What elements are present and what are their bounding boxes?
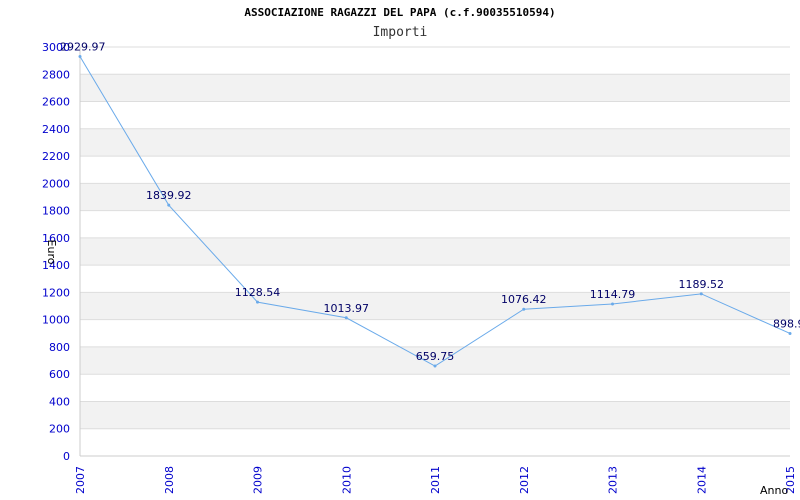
- line-chart: 0200400600800100012001400160018002000220…: [42, 41, 800, 497]
- y-tick-label: 1000: [42, 314, 70, 327]
- x-tick-label: 2009: [252, 466, 265, 494]
- data-point: [611, 302, 614, 306]
- y-tick-label: 600: [49, 368, 70, 381]
- x-tick-label: 2008: [163, 466, 176, 494]
- band-1400: [80, 237, 790, 266]
- data-point: [788, 331, 792, 335]
- y-tick-label: 1800: [42, 205, 70, 218]
- band-1000: [80, 292, 790, 320]
- x-tick-label: 2010: [340, 466, 353, 494]
- y-tick-label: 2800: [42, 68, 70, 81]
- background-bands: [80, 74, 790, 429]
- y-tick-label: 2400: [42, 123, 70, 136]
- x-tick-label: 2012: [518, 466, 531, 494]
- y-axis-label: Euro: [45, 240, 58, 265]
- x-axis-label: Anno: [760, 484, 788, 497]
- data-label: 1189.52: [679, 278, 725, 291]
- data-point: [167, 203, 171, 207]
- x-tick-label: 2007: [74, 466, 87, 494]
- y-tick-label: 1200: [42, 286, 70, 299]
- y-tick-label: 2200: [42, 150, 70, 163]
- data-point: [433, 364, 437, 368]
- y-tick-label: 2000: [42, 177, 70, 190]
- band-200: [80, 401, 790, 429]
- data-point: [699, 292, 703, 296]
- data-point: [78, 55, 82, 59]
- data-label: 1839.92: [146, 189, 192, 202]
- x-tick-label: 2011: [429, 466, 442, 494]
- band-2600: [80, 74, 790, 102]
- data-point: [522, 307, 526, 311]
- y-tick-label: 200: [49, 423, 70, 436]
- x-tick-label: 2013: [607, 466, 620, 494]
- y-tick-label: 0: [63, 450, 70, 463]
- data-label: 659.75: [416, 350, 455, 363]
- data-label: 2929.97: [60, 41, 106, 54]
- data-label: 1128.54: [235, 286, 281, 299]
- y-tick-label: 400: [49, 395, 70, 408]
- data-label: 898.9: [773, 317, 800, 330]
- data-label: 1013.97: [324, 302, 370, 315]
- data-label: 1076.42: [501, 293, 547, 306]
- data-point: [256, 300, 259, 304]
- y-tick-label: 800: [49, 341, 70, 354]
- band-2200: [80, 128, 790, 157]
- y-tick-label: 2600: [42, 96, 70, 109]
- x-axis-ticks: 2007 2008 2009 2010 2011 2012 2013 2014 2015: [74, 466, 797, 494]
- data-label: 1114.79: [590, 288, 636, 301]
- x-tick-label: 2014: [695, 466, 708, 494]
- data-point: [344, 316, 348, 320]
